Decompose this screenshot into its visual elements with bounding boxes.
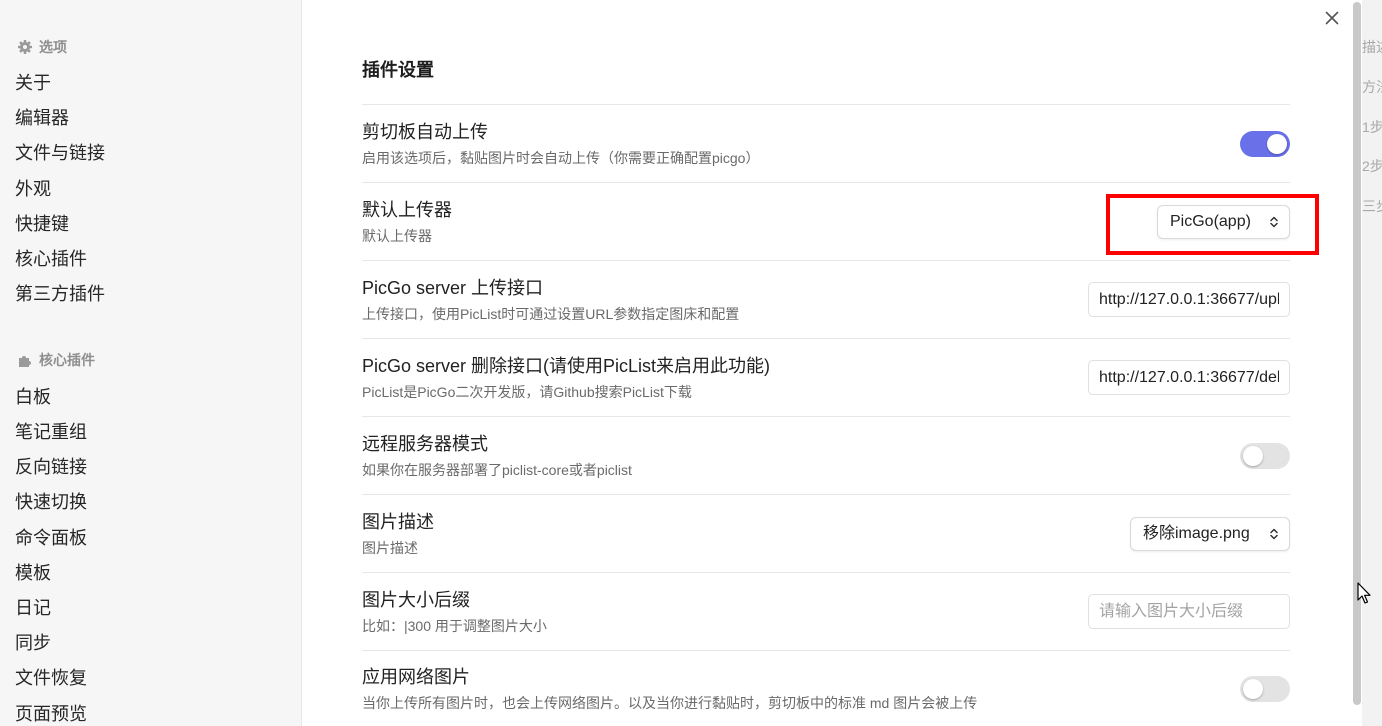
sidebar-heading-label: 选项 <box>39 39 67 55</box>
sidebar-item-templates[interactable]: 模板 <box>0 561 301 585</box>
sidebar-item-file-recovery[interactable]: 文件恢复 <box>0 666 301 690</box>
setting-description: 当你上传所有图片时，也会上传网络图片。以及当你进行黏贴时，剪切板中的标准 md … <box>362 694 978 711</box>
setting-image-size-suffix: 图片大小后缀 比如：|300 用于调整图片大小 <box>362 572 1290 650</box>
setting-remote-server-mode: 远程服务器模式 如果你在服务器部署了piclist-core或者piclist <box>362 416 1290 494</box>
close-button[interactable] <box>1323 9 1341 27</box>
setting-name: 图片大小后缀 <box>362 589 470 610</box>
sidebar-heading-core-plugins: 核心插件 <box>0 350 301 370</box>
sidebar-item-community-plugins[interactable]: 第三方插件 <box>0 282 301 306</box>
clipboard-auto-upload-toggle[interactable] <box>1240 130 1290 157</box>
setting-image-description: 图片描述 图片描述 移除image.png <box>362 494 1290 572</box>
setting-clipboard-auto-upload: 剪切板自动上传 启用该选项后，黏贴图片时会自动上传（你需要正确配置picgo） <box>362 104 1290 182</box>
default-uploader-dropdown[interactable]: PicGo(app) <box>1157 204 1290 239</box>
sidebar-item-editor[interactable]: 编辑器 <box>0 106 301 130</box>
image-size-suffix-input[interactable] <box>1088 594 1290 629</box>
sidebar-item-page-preview[interactable]: 页面预览 <box>0 702 301 726</box>
setting-description: 启用该选项后，黏贴图片时会自动上传（你需要正确配置picgo） <box>362 149 760 166</box>
setting-name: 远程服务器模式 <box>362 433 488 454</box>
sidebar-item-core-plugins[interactable]: 核心插件 <box>0 247 301 271</box>
sidebar-item-daily-notes[interactable]: 日记 <box>0 596 301 620</box>
sidebar-item-files-and-links[interactable]: 文件与链接 <box>0 141 301 165</box>
background-text: 描述 <box>1362 39 1382 55</box>
setting-info: 远程服务器模式 如果你在服务器部署了piclist-core或者piclist <box>362 432 1220 480</box>
setting-description: 比如：|300 用于调整图片大小 <box>362 617 547 634</box>
sidebar-item-about[interactable]: 关于 <box>0 71 301 95</box>
sidebar-heading-label: 核心插件 <box>39 351 95 368</box>
setting-name: PicGo server 删除接口(请使用PicList来启用此功能) <box>362 355 771 376</box>
image-description-dropdown[interactable]: 移除image.png <box>1130 516 1290 551</box>
setting-info: PicGo server 上传接口 上传接口，使用PicList时可通过设置UR… <box>362 276 1068 324</box>
sidebar-item-appearance[interactable]: 外观 <box>0 177 301 201</box>
sidebar-item-note-composer[interactable]: 笔记重组 <box>0 420 301 444</box>
dropdown-value: 移除image.png <box>1143 524 1250 542</box>
puzzle-icon <box>17 352 33 368</box>
sidebar-section-options: 选项 关于 编辑器 文件与链接 外观 快捷键 核心插件 第三方插件 <box>0 37 301 306</box>
page-title: 插件设置 <box>362 60 434 80</box>
sidebar-list-options: 关于 编辑器 文件与链接 外观 快捷键 核心插件 第三方插件 <box>0 71 301 306</box>
setting-name: 剪切板自动上传 <box>362 121 488 142</box>
sidebar-item-quick-switcher[interactable]: 快速切换 <box>0 490 301 514</box>
remote-server-mode-toggle[interactable] <box>1240 442 1290 469</box>
background-text: 1步 <box>1362 119 1382 135</box>
setting-name: 应用网络图片 <box>362 666 470 687</box>
setting-description: 如果你在服务器部署了piclist-core或者piclist <box>362 461 632 478</box>
setting-name: 图片描述 <box>362 511 434 532</box>
chevron-up-down-icon <box>1269 527 1279 541</box>
setting-info: 图片描述 图片描述 <box>362 510 1110 558</box>
toggle-knob <box>1267 133 1287 154</box>
setting-description: 默认上传器 <box>362 227 432 244</box>
setting-info: 图片大小后缀 比如：|300 用于调整图片大小 <box>362 588 1068 636</box>
setting-delete-server: PicGo server 删除接口(请使用PicList来启用此功能) PicL… <box>362 338 1290 416</box>
background-editor-strip: 描述 方法 1步 2步 三步 <box>1362 0 1382 726</box>
background-text: 2步 <box>1362 158 1382 174</box>
sidebar-item-sync[interactable]: 同步 <box>0 631 301 655</box>
toggle-knob <box>1243 445 1263 466</box>
apply-network-images-toggle[interactable] <box>1240 675 1290 702</box>
sidebar-item-backlinks[interactable]: 反向链接 <box>0 455 301 479</box>
setting-description: 图片描述 <box>362 539 418 556</box>
setting-description: PicList是PicGo二次开发版，请Github搜索PicList下载 <box>362 383 692 400</box>
sidebar-section-core-plugins: 核心插件 白板 笔记重组 反向链接 快速切换 命令面板 模板 日记 同步 文件恢… <box>0 350 301 726</box>
setting-info: 剪切板自动上传 启用该选项后，黏贴图片时会自动上传（你需要正确配置picgo） <box>362 120 1220 168</box>
delete-server-input[interactable] <box>1088 360 1290 395</box>
upload-server-input[interactable] <box>1088 282 1290 317</box>
dropdown-value: PicGo(app) <box>1170 212 1251 230</box>
background-text: 方法 <box>1362 79 1382 95</box>
setting-info: PicGo server 删除接口(请使用PicList来启用此功能) PicL… <box>362 354 1068 402</box>
setting-apply-network-images: 应用网络图片 当你上传所有图片时，也会上传网络图片。以及当你进行黏贴时，剪切板中… <box>362 650 1290 726</box>
setting-name: 默认上传器 <box>362 199 452 220</box>
setting-upload-server: PicGo server 上传接口 上传接口，使用PicList时可通过设置UR… <box>362 260 1290 338</box>
settings-content: 插件设置 剪切板自动上传 启用该选项后，黏贴图片时会自动上传（你需要正确配置pi… <box>302 0 1362 726</box>
close-icon <box>1325 11 1339 25</box>
settings-sidebar: 选项 关于 编辑器 文件与链接 外观 快捷键 核心插件 第三方插件 核心插件 白… <box>0 0 302 726</box>
setting-description: 上传接口，使用PicList时可通过设置URL参数指定图床和配置 <box>362 305 740 322</box>
sidebar-item-canvas[interactable]: 白板 <box>0 385 301 409</box>
chevron-up-down-icon <box>1269 215 1279 229</box>
sidebar-item-hotkeys[interactable]: 快捷键 <box>0 212 301 236</box>
sidebar-list-core-plugins: 白板 笔记重组 反向链接 快速切换 命令面板 模板 日记 同步 文件恢复 页面预… <box>0 385 301 726</box>
toggle-knob <box>1243 678 1263 699</box>
settings-list: 剪切板自动上传 启用该选项后，黏贴图片时会自动上传（你需要正确配置picgo） … <box>362 104 1290 726</box>
setting-default-uploader: 默认上传器 默认上传器 PicGo(app) <box>362 182 1290 260</box>
setting-info: 应用网络图片 当你上传所有图片时，也会上传网络图片。以及当你进行黏贴时，剪切板中… <box>362 665 1220 713</box>
background-text: 三步 <box>1362 198 1382 214</box>
mouse-pointer-icon <box>1357 582 1373 606</box>
gear-icon <box>17 39 33 55</box>
sidebar-heading-options: 选项 <box>0 37 301 57</box>
sidebar-item-command-palette[interactable]: 命令面板 <box>0 526 301 550</box>
setting-name: PicGo server 上传接口 <box>362 277 544 298</box>
setting-info: 默认上传器 默认上传器 <box>362 198 1137 246</box>
